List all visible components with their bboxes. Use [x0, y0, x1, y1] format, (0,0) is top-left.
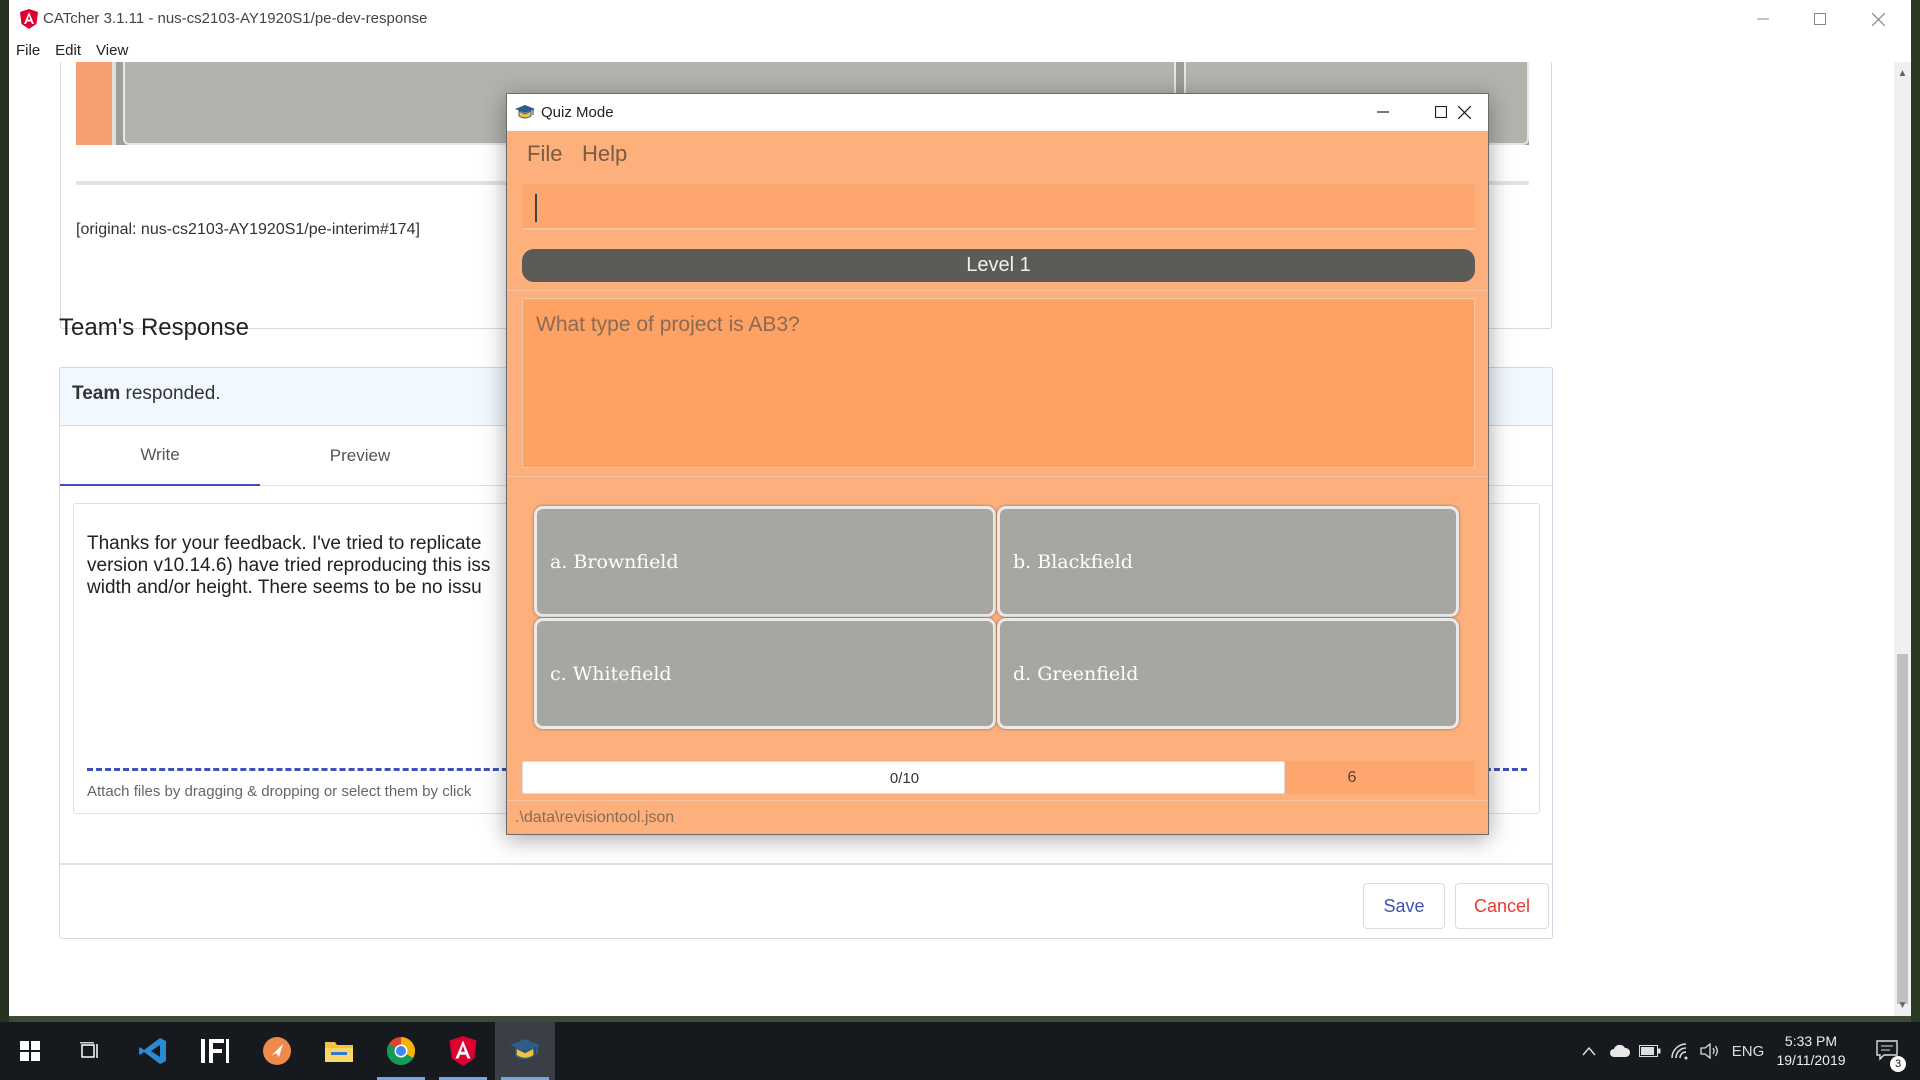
minimize-button[interactable] [1743, 6, 1783, 32]
scroll-down-arrow-icon[interactable]: ▼ [1894, 1000, 1911, 1014]
graduation-cap-icon [515, 105, 535, 119]
attach-files-hint[interactable]: Attach files by dragging & dropping or s… [87, 783, 471, 800]
close-button[interactable] [1858, 6, 1898, 32]
folder-icon [325, 1042, 353, 1062]
battery-icon [1639, 1045, 1661, 1057]
minimize-icon [1757, 18, 1769, 20]
team-response-heading: Team's Response [59, 314, 250, 341]
response-header-text: Team responded. [72, 383, 221, 405]
progress-label: 0/10 [889, 770, 920, 787]
orange-app-icon [263, 1037, 291, 1065]
quiz-app-icon [510, 1039, 540, 1060]
minimize-icon [1377, 111, 1389, 113]
divider [60, 863, 1552, 865]
intellij-icon [201, 1039, 229, 1063]
desktop-background-right [1911, 0, 1920, 1022]
taskbar-file-explorer[interactable] [309, 1022, 369, 1080]
app-menubar: File Edit View [9, 38, 1911, 62]
window-titlebar: CATcher 3.1.11 - nus-cs2103-AY1920S1/pe-… [9, 0, 1911, 38]
answer-option-c[interactable]: c. Whitefield [534, 618, 996, 729]
show-hidden-icons-button[interactable] [1578, 1022, 1600, 1080]
question-display: What type of project is AB3? [522, 298, 1475, 468]
volume-tray[interactable] [1696, 1022, 1724, 1080]
input-language[interactable]: ENG [1728, 1022, 1768, 1080]
quiz-menu-file[interactable]: File [527, 141, 562, 167]
notification-count-badge: 3 [1890, 1056, 1906, 1072]
task-view-icon [80, 1042, 98, 1058]
answer-option-a[interactable]: a. Brownfield [534, 506, 996, 617]
onedrive-tray[interactable] [1606, 1022, 1634, 1080]
taskbar-intellij[interactable] [185, 1022, 245, 1080]
quiz-minimize-button[interactable] [1363, 99, 1403, 125]
responder-name: Team [72, 383, 121, 404]
quiz-window-title: Quiz Mode [541, 104, 614, 121]
maximize-icon [1814, 13, 1826, 25]
data-file-path: .\data\revisiontool.json [515, 809, 675, 826]
chevron-up-icon [1582, 1046, 1596, 1056]
catcher-icon [449, 1036, 477, 1066]
answer-option-d[interactable]: d. Greenfield [997, 618, 1459, 729]
cloud-icon [1610, 1044, 1631, 1057]
scrollbar-thumb[interactable] [1897, 654, 1908, 1004]
quiz-status-bar: .\data\revisiontool.json [507, 800, 1488, 834]
menu-file[interactable]: File [16, 42, 40, 59]
quiz-menubar: File Help [507, 131, 1488, 175]
wifi-icon [1671, 1043, 1688, 1060]
vscode-icon [139, 1038, 166, 1064]
speaker-icon [1700, 1043, 1718, 1059]
taskbar-orange-app[interactable] [247, 1022, 307, 1080]
level-indicator: Level 1 [522, 249, 1475, 282]
battery-tray[interactable] [1636, 1022, 1664, 1080]
tab-write[interactable]: Write [60, 426, 260, 486]
text-caret [535, 194, 537, 222]
taskbar-vscode[interactable] [123, 1022, 183, 1080]
scroll-up-arrow-icon[interactable]: ▲ [1894, 68, 1911, 82]
start-button[interactable] [0, 1022, 60, 1080]
task-view-button[interactable] [60, 1022, 120, 1080]
progress-bar: 0/10 [522, 761, 1285, 794]
quiz-close-button[interactable] [1444, 99, 1484, 125]
action-center-button[interactable]: 3 [1868, 1022, 1908, 1080]
score-counter: 6 [1347, 768, 1357, 786]
window-title: CATcher 3.1.11 - nus-cs2103-AY1920S1/pe-… [43, 10, 428, 27]
cancel-button[interactable]: Cancel [1455, 883, 1549, 929]
responded-label: responded. [120, 383, 221, 404]
question-text: What type of project is AB3? [536, 313, 800, 336]
windows-taskbar: ENG 5:33 PM 19/11/2019 3 [0, 1022, 1920, 1080]
angular-app-icon [20, 9, 38, 29]
quiz-titlebar: Quiz Mode [507, 94, 1488, 131]
network-tray[interactable] [1666, 1022, 1694, 1080]
chrome-icon [387, 1037, 415, 1065]
clock-time: 5:33 PM [1784, 1033, 1838, 1049]
taskbar-catcher[interactable] [433, 1022, 493, 1080]
original-issue-reference: [original: nus-cs2103-AY1920S1/pe-interi… [76, 221, 420, 238]
desktop-background-left [0, 0, 9, 1022]
menu-edit[interactable]: Edit [55, 42, 81, 59]
taskbar-chrome[interactable] [371, 1022, 431, 1080]
divider [507, 290, 1488, 291]
windows-start-icon [20, 1041, 40, 1061]
vertical-scrollbar[interactable]: ▲ ▼ [1894, 62, 1911, 1018]
taskbar-quiz-app[interactable] [495, 1022, 555, 1080]
screenshot-orange-strip [76, 62, 116, 145]
maximize-button[interactable] [1800, 6, 1840, 32]
tab-preview[interactable]: Preview [260, 426, 460, 486]
divider [507, 476, 1488, 477]
clock-date: 19/11/2019 [1776, 1052, 1846, 1068]
command-input[interactable] [522, 184, 1475, 230]
quiz-mode-window: Quiz Mode File Help Level 1 What type of… [506, 93, 1489, 835]
system-clock[interactable]: 5:33 PM 19/11/2019 [1763, 1032, 1859, 1070]
menu-view[interactable]: View [96, 42, 128, 59]
answer-option-b[interactable]: b. Blackfield [997, 506, 1459, 617]
quiz-menu-help[interactable]: Help [582, 141, 627, 167]
save-button[interactable]: Save [1363, 883, 1445, 929]
close-icon [1871, 12, 1885, 26]
progress-area: 0/10 6 [522, 761, 1475, 794]
close-icon [1457, 105, 1471, 119]
